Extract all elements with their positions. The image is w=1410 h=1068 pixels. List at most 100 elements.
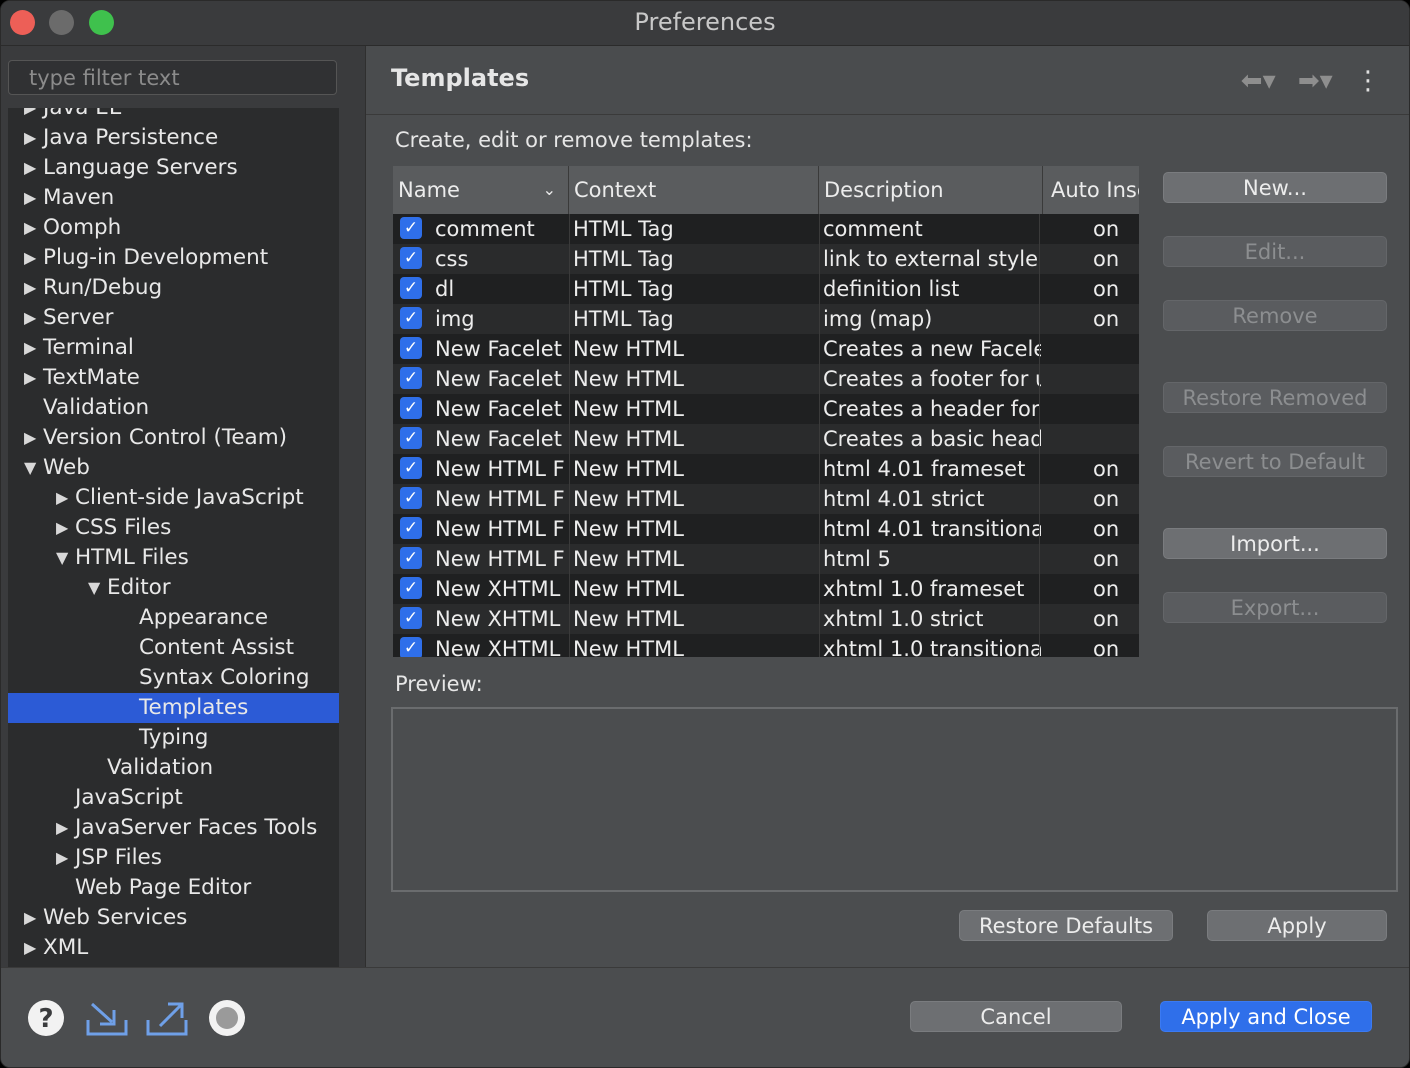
revert-to-default-button[interactable]: Revert to Default — [1163, 446, 1387, 477]
collapsed-arrow-icon[interactable]: ▶ — [24, 303, 36, 333]
tree-item[interactable]: Validation — [8, 393, 339, 423]
table-row[interactable]: ✓ New XHTML New HTML xhtml 1.0 transitional… — [393, 634, 1139, 657]
record-icon[interactable] — [207, 998, 247, 1038]
table-row[interactable]: ✓ New Facelet New HTML Creates a basic head — [393, 424, 1139, 454]
tree-item[interactable]: JavaScript — [8, 783, 339, 813]
collapsed-arrow-icon[interactable]: ▶ — [56, 483, 68, 513]
tree-item[interactable]: ▶ Java Persistence — [8, 123, 339, 153]
tree-item[interactable]: ▶ Run/Debug — [8, 273, 339, 303]
row-checkbox[interactable]: ✓ — [400, 307, 422, 329]
tree-item[interactable]: Content Assist — [8, 633, 339, 663]
collapsed-arrow-icon[interactable]: ▶ — [24, 123, 36, 153]
export-preferences-icon[interactable] — [146, 998, 188, 1038]
collapsed-arrow-icon[interactable]: ▶ — [56, 513, 68, 543]
table-row[interactable]: ✓ New Facelet New HTML Creates a footer for… — [393, 364, 1139, 394]
row-checkbox[interactable]: ✓ — [400, 337, 422, 359]
collapsed-arrow-icon[interactable]: ▶ — [24, 333, 36, 363]
row-checkbox[interactable]: ✓ — [400, 247, 422, 269]
collapsed-arrow-icon[interactable]: ▶ — [24, 933, 36, 963]
expanded-arrow-icon[interactable]: ▼ — [88, 573, 100, 603]
tree-item[interactable]: ▶ XML — [8, 933, 339, 963]
tree-item[interactable]: ▼ Web — [8, 453, 339, 483]
apply-button[interactable]: Apply — [1207, 910, 1387, 941]
row-checkbox[interactable]: ✓ — [400, 577, 422, 599]
collapsed-arrow-icon[interactable]: ▶ — [24, 153, 36, 183]
help-icon[interactable]: ? — [26, 998, 66, 1038]
table-row[interactable]: ✓ New HTML F New HTML html 4.01 strict on — [393, 484, 1139, 514]
row-checkbox[interactable]: ✓ — [400, 457, 422, 479]
column-header-auto-insert[interactable]: Auto Inse — [1043, 166, 1139, 214]
tree-item[interactable]: ▶ JSP Files — [8, 843, 339, 873]
row-checkbox[interactable]: ✓ — [400, 367, 422, 389]
tree-item[interactable]: ▶ Java EE — [8, 108, 339, 123]
restore-removed-button[interactable]: Restore Removed — [1163, 382, 1387, 413]
collapsed-arrow-icon[interactable]: ▶ — [24, 423, 36, 453]
collapsed-arrow-icon[interactable]: ▶ — [24, 243, 36, 273]
table-row[interactable]: ✓ New Facelet New HTML Creates a new Facele — [393, 334, 1139, 364]
more-options-icon[interactable]: ⋮ — [1355, 66, 1381, 96]
column-header-name[interactable]: Name ⌄ — [393, 166, 569, 214]
tree-item[interactable]: Syntax Coloring — [8, 663, 339, 693]
row-checkbox[interactable]: ✓ — [400, 397, 422, 419]
row-checkbox[interactable]: ✓ — [400, 487, 422, 509]
collapsed-arrow-icon[interactable]: ▶ — [24, 273, 36, 303]
tree-item[interactable]: ▶ TextMate — [8, 363, 339, 393]
preferences-tree[interactable]: ▶ Java EE ▶ Java Persistence ▶ Language Serve… — [8, 108, 339, 967]
collapsed-arrow-icon[interactable]: ▶ — [24, 108, 36, 123]
table-row[interactable]: ✓ New Facelet New HTML Creates a header for — [393, 394, 1139, 424]
collapsed-arrow-icon[interactable]: ▶ — [24, 363, 36, 393]
table-row[interactable]: ✓ New HTML F New HTML html 5 on — [393, 544, 1139, 574]
column-header-description[interactable]: Description — [819, 166, 1043, 214]
row-checkbox[interactable]: ✓ — [400, 607, 422, 629]
table-row[interactable]: ✓ New XHTML New HTML xhtml 1.0 strict on — [393, 604, 1139, 634]
tree-item[interactable]: ▶ Server — [8, 303, 339, 333]
row-checkbox[interactable]: ✓ — [400, 637, 422, 657]
table-row[interactable]: ✓ New XHTML New HTML xhtml 1.0 frameset on — [393, 574, 1139, 604]
tree-item[interactable]: ▶ Oomph — [8, 213, 339, 243]
row-checkbox[interactable]: ✓ — [400, 427, 422, 449]
tree-item[interactable]: ▶ Plug-in Development — [8, 243, 339, 273]
tree-item[interactable]: ▶ Client-side JavaScript — [8, 483, 339, 513]
back-arrow-icon[interactable]: ⬅▾ — [1241, 66, 1276, 96]
tree-item[interactable]: Web Page Editor — [8, 873, 339, 903]
edit-button[interactable]: Edit... — [1163, 236, 1387, 267]
table-row[interactable]: ✓ css HTML Tag link to external style on — [393, 244, 1139, 274]
table-row[interactable]: ✓ img HTML Tag img (map) on — [393, 304, 1139, 334]
tree-item[interactable]: ▶ Maven — [8, 183, 339, 213]
table-row[interactable]: ✓ New HTML F New HTML html 4.01 frameset on — [393, 454, 1139, 484]
expanded-arrow-icon[interactable]: ▼ — [24, 453, 36, 483]
tree-item[interactable]: ▶ CSS Files — [8, 513, 339, 543]
tree-item[interactable]: ▶ Web Services — [8, 903, 339, 933]
cancel-button[interactable]: Cancel — [910, 1001, 1122, 1032]
tree-item[interactable]: ▶ Version Control (Team) — [8, 423, 339, 453]
export-button[interactable]: Export... — [1163, 592, 1387, 623]
import-preferences-icon[interactable] — [86, 998, 128, 1038]
tree-item[interactable]: ▶ Terminal — [8, 333, 339, 363]
remove-button[interactable]: Remove — [1163, 300, 1387, 331]
collapsed-arrow-icon[interactable]: ▶ — [56, 843, 68, 873]
collapsed-arrow-icon[interactable]: ▶ — [24, 213, 36, 243]
row-checkbox[interactable]: ✓ — [400, 277, 422, 299]
tree-item[interactable]: ▶ Language Servers — [8, 153, 339, 183]
forward-arrow-icon[interactable]: ➡▾ — [1298, 66, 1333, 96]
row-checkbox[interactable]: ✓ — [400, 517, 422, 539]
collapsed-arrow-icon[interactable]: ▶ — [24, 903, 36, 933]
new-button[interactable]: New... — [1163, 172, 1387, 203]
preview-area[interactable] — [391, 707, 1398, 892]
import-button[interactable]: Import... — [1163, 528, 1387, 559]
row-checkbox[interactable]: ✓ — [400, 547, 422, 569]
table-row[interactable]: ✓ New HTML F New HTML html 4.01 transitiona… — [393, 514, 1139, 544]
restore-defaults-button[interactable]: Restore Defaults — [959, 910, 1173, 941]
filter-input[interactable]: type filter text — [8, 60, 337, 95]
tree-item[interactable]: ▼ Editor — [8, 573, 339, 603]
tree-item[interactable]: ▶ JavaServer Faces Tools — [8, 813, 339, 843]
apply-and-close-button[interactable]: Apply and Close — [1160, 1001, 1372, 1032]
tree-item[interactable]: Templates — [8, 693, 339, 723]
tree-item[interactable]: Appearance — [8, 603, 339, 633]
collapsed-arrow-icon[interactable]: ▶ — [56, 813, 68, 843]
expanded-arrow-icon[interactable]: ▼ — [56, 543, 68, 573]
column-header-context[interactable]: Context — [569, 166, 819, 214]
tree-item[interactable]: ▼ HTML Files — [8, 543, 339, 573]
templates-table[interactable]: Name ⌄ Context Description Auto Inse ✓ co… — [393, 166, 1139, 657]
collapsed-arrow-icon[interactable]: ▶ — [24, 183, 36, 213]
